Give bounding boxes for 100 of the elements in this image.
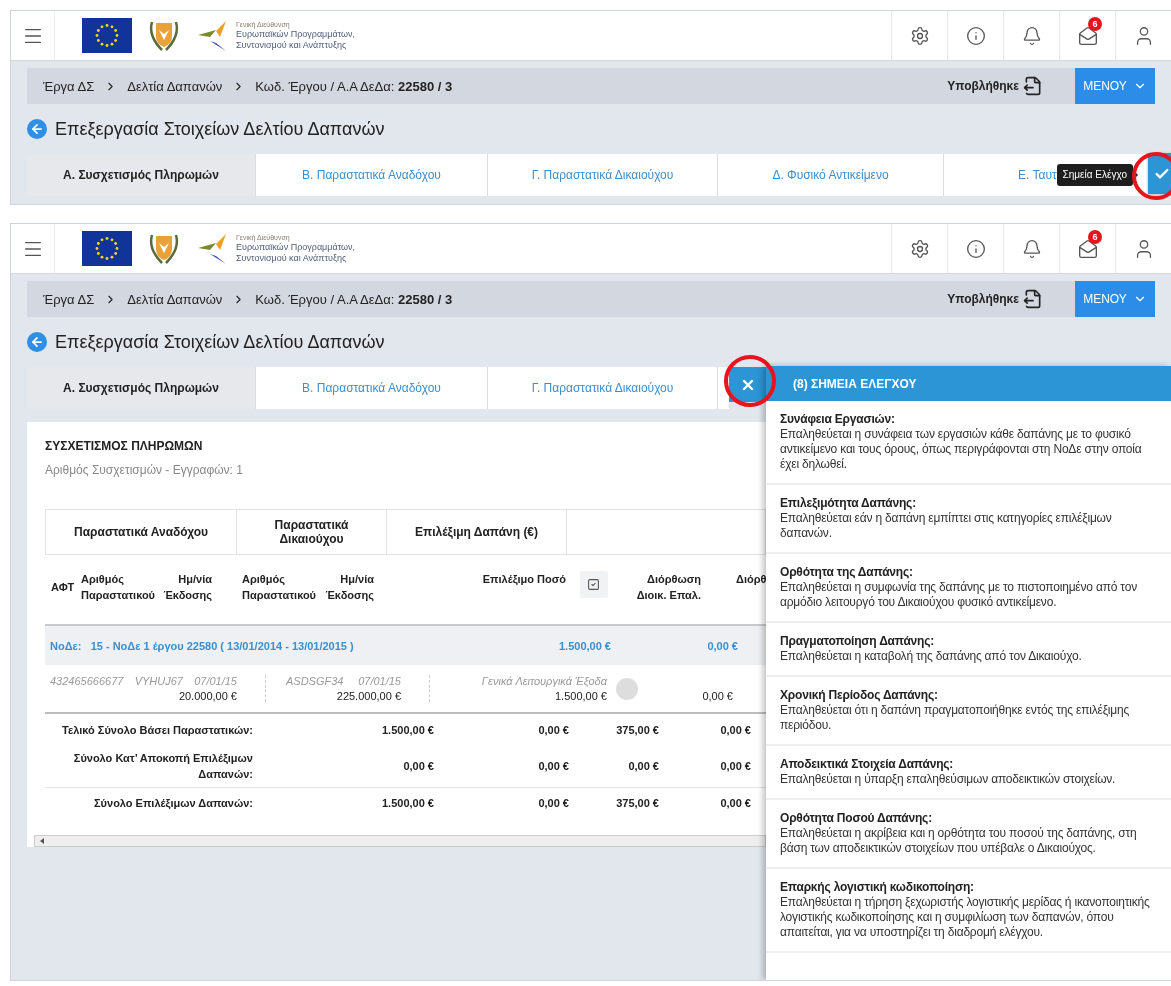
column-header: Αριθμός Παραστατικού — [81, 572, 157, 603]
node-amount: 0,00 € — [706, 639, 738, 652]
logo-text: Ευρωπαϊκών Προγραμμάτων, — [236, 242, 356, 253]
back-button[interactable] — [27, 119, 47, 139]
status-label: Υποβλήθηκε — [947, 79, 1019, 93]
total-value: 0,00 € — [537, 797, 569, 809]
breadcrumb-link[interactable]: Δελτία Δαπανών — [127, 291, 223, 307]
table-cell: ASDSGF34 — [286, 675, 344, 687]
table-cell: 07/01/15 — [194, 675, 237, 687]
section-title: ΣΥΣΧΕΤΙΣΜΟΣ ΠΛΗΡΩΜΩΝ — [45, 438, 204, 454]
page-title: Επεξεργασία Στοιχείων Δελτίου Δαπανών — [55, 331, 385, 353]
table-cell: Γενικά Λειτουργικά Έξοδα — [481, 675, 607, 687]
total-value: 0,00 € — [537, 760, 569, 772]
total-value: 0,00 € — [719, 797, 751, 809]
table-cell: 1.500,00 € — [555, 690, 607, 702]
tab[interactable]: Δ. Φυσικό Αντικείμενο — [718, 154, 944, 196]
checkpoint-title: Επαρκής λογιστική κωδικοποίηση: — [780, 880, 975, 895]
back-button[interactable] — [27, 332, 47, 352]
checkpoint-title: Επιλεξιμότητα Δαπάνης: — [780, 496, 917, 511]
flag-logo — [82, 18, 132, 53]
panel-title: (8) ΣΗΜΕΙΑ ΕΛΕΓΧΟΥ — [766, 366, 1171, 401]
table-cell: 432465666677 — [50, 675, 124, 687]
tab[interactable]: Β. Παραστατικά Αναδόχου — [256, 154, 488, 196]
column-header: Ημ/νία Έκδοσης — [324, 572, 375, 603]
table-cell-text: 0,00 € — [701, 688, 733, 702]
envelope-icon[interactable] — [1077, 25, 1098, 46]
logo-text: Ευρωπαϊκών Προγραμμάτων, — [236, 29, 356, 40]
total-value: 0,00 € — [719, 723, 751, 736]
total-value: 375,00 € — [615, 723, 659, 736]
total-value: 375,00 € — [615, 797, 659, 809]
checkpoint-text: Επαληθεύεται η ακρίβεια και η ορθότητα του ποσού της δαπάνης, στη βάση των αποδεικτικών στοιχείων που υπέβαλε ο Δικαιούχος. — [780, 826, 1138, 856]
breadcrumb-link[interactable]: Έργα ΔΣ — [43, 78, 95, 94]
node-label: ΝοΔε: 15 - ΝοΔε 1 έργου 22580 ( 13/01/2014 - 13/01/2015 ) — [50, 639, 355, 652]
bell-icon[interactable] — [1021, 25, 1042, 46]
column-header: Ημ/νία Έκδοσης — [162, 572, 213, 603]
checkpoint-text: Επαληθεύεται η συμφωνία της δαπάνης με το πιστοποιημένο από τον αρμόδιο λειτουργό του Δικαιούχου φυσικό αντικείμενο. — [780, 580, 1138, 610]
breadcrumb-link[interactable]: Έργα ΔΣ — [43, 291, 95, 307]
tooltip: Σημεία Ελέγχο — [1056, 164, 1133, 186]
total-value: 0,00 € — [719, 760, 751, 772]
total-label: Σύνολο Επιλέξιμων Δαπανών: — [93, 796, 253, 811]
tab[interactable]: Α. Συσχετισμός Πληρωμών — [27, 154, 256, 196]
checkpoints-button[interactable] — [1148, 153, 1171, 194]
column-header: Διόρθωση Διοικ. Επαλ. — [635, 572, 701, 603]
checkpoint-text: Επαληθεύεται η τήρηση ξεχωριστής λογιστικής μερίδας ή ικανοποιητικής λογιστικής κωδικοποίησης και η συμφιλίωση των δαπανών, όπου απαιτείται, για να υποστηρίζει τη διαδρομή ελέγχου. — [780, 895, 1151, 940]
checkpoint-title: Αποδεικτικά Στοιχεία Δαπάνης: — [780, 757, 955, 772]
tab[interactable]: Β. Παραστατικά Αναδόχου — [256, 367, 488, 409]
table-cell: 225.000,00 € — [336, 690, 401, 702]
notification-badge: 6 — [1088, 230, 1102, 244]
checkpoint-title: Συνάφεια Εργασιών: — [780, 412, 896, 427]
total-value: 0,00 € — [537, 723, 569, 736]
document-arrow-icon — [1023, 289, 1043, 309]
table-cell: 20.000,00 € — [178, 690, 237, 702]
arrow-left-icon — [30, 335, 44, 349]
total-label: Σύνολο Κατ’ Αποκοπή Επιλέξιμων Δαπανών: — [72, 751, 253, 782]
close-button[interactable] — [729, 367, 766, 402]
column-header: ΑΦΤ — [50, 580, 76, 595]
tab-stub — [718, 367, 729, 409]
settings-icon[interactable] — [909, 238, 930, 259]
highlight-circle — [1132, 152, 1171, 200]
flag-logo — [82, 231, 132, 266]
envelope-icon[interactable] — [1077, 238, 1098, 259]
page-title: Επεξεργασία Στοιχείων Δελτίου Δαπανών — [55, 118, 385, 140]
breadcrumb-link[interactable]: Δελτία Δαπανών — [127, 78, 223, 94]
total-label: Τελικό Σύνολο Βάσει Παραστατικών: — [61, 722, 253, 738]
settings-icon[interactable] — [909, 25, 930, 46]
tab[interactable]: Α. Συσχετισμός Πληρωμών — [27, 367, 256, 409]
status-label: Υποβλήθηκε — [947, 292, 1019, 306]
bell-icon[interactable] — [1021, 238, 1042, 259]
info-icon[interactable] — [965, 25, 986, 46]
highlight-circle — [724, 355, 776, 407]
column-header: Διόρθ — [735, 572, 766, 587]
horizontal-scrollbar[interactable] — [34, 835, 766, 847]
group-header: Επιλέξιμη Δαπάνη (€) — [387, 510, 567, 554]
menu-button[interactable]: ΜΕΝΟΥ — [1075, 68, 1155, 104]
logo-text: Συντονισμού και Ανάπτυξης — [236, 40, 348, 51]
group-header: Παραστατικά Δικαιούχου — [237, 510, 387, 554]
checkpoint-title: Χρονική Περίοδος Δαπάνης: — [780, 688, 939, 703]
total-value: 1.500,00 € — [381, 723, 434, 736]
menu-button[interactable]: ΜΕΝΟΥ — [1075, 281, 1155, 317]
node-amount: 1.500,00 € — [558, 639, 611, 652]
total-value: 0,00 € — [627, 760, 659, 772]
logo-text: Συντονισμού και Ανάπτυξης — [236, 253, 348, 264]
table-cell: VYHUJ67 — [134, 675, 183, 687]
group-header: Παραστατικά Αναδόχου — [46, 510, 237, 554]
circle-indicator — [616, 677, 638, 700]
notification-badge: 6 — [1088, 17, 1102, 31]
tab[interactable]: Γ. Παραστατικά Δικαιούχου — [488, 367, 718, 409]
select-all-button[interactable] — [579, 571, 608, 598]
checkpoint-text: Επαληθεύεται η συνάφεια των εργασιών κάθε δαπάνης με το φυσικό αντικείμενο και τους όρους, όπως περιγράφονται στη ΝοΔε στην οποία έχει δηλωθεί. — [780, 427, 1143, 472]
breadcrumb-current: Κωδ. Έργου / Α.Α ΔεΔα: 22580 / 3 — [255, 78, 453, 94]
checkbox-icon — [587, 578, 600, 591]
checkpoint-title: Ορθότητα Ποσού Δαπάνης: — [780, 811, 933, 826]
checkpoint-title: Πραγματοποίηση Δαπάνης: — [780, 634, 936, 649]
checkpoint-text: Επαληθεύεται η ύπαρξη επαληθεύσιμων αποδεικτικών στοιχείων. — [780, 772, 1117, 787]
total-value: 0,00 € — [402, 760, 434, 772]
checkpoint-title: Ορθότητα της Δαπάνης: — [780, 565, 914, 580]
checkpoint-text: Επαληθεύεται ότι η δαπάνη πραγματοποιήθηκε εντός της επιλέξιμης περιόδου. — [780, 703, 1131, 733]
tab[interactable]: Γ. Παραστατικά Δικαιούχου — [488, 154, 718, 196]
breadcrumb-current: Κωδ. Έργου / Α.Α ΔεΔα: 22580 / 3 — [255, 291, 453, 307]
info-icon[interactable] — [965, 238, 986, 259]
